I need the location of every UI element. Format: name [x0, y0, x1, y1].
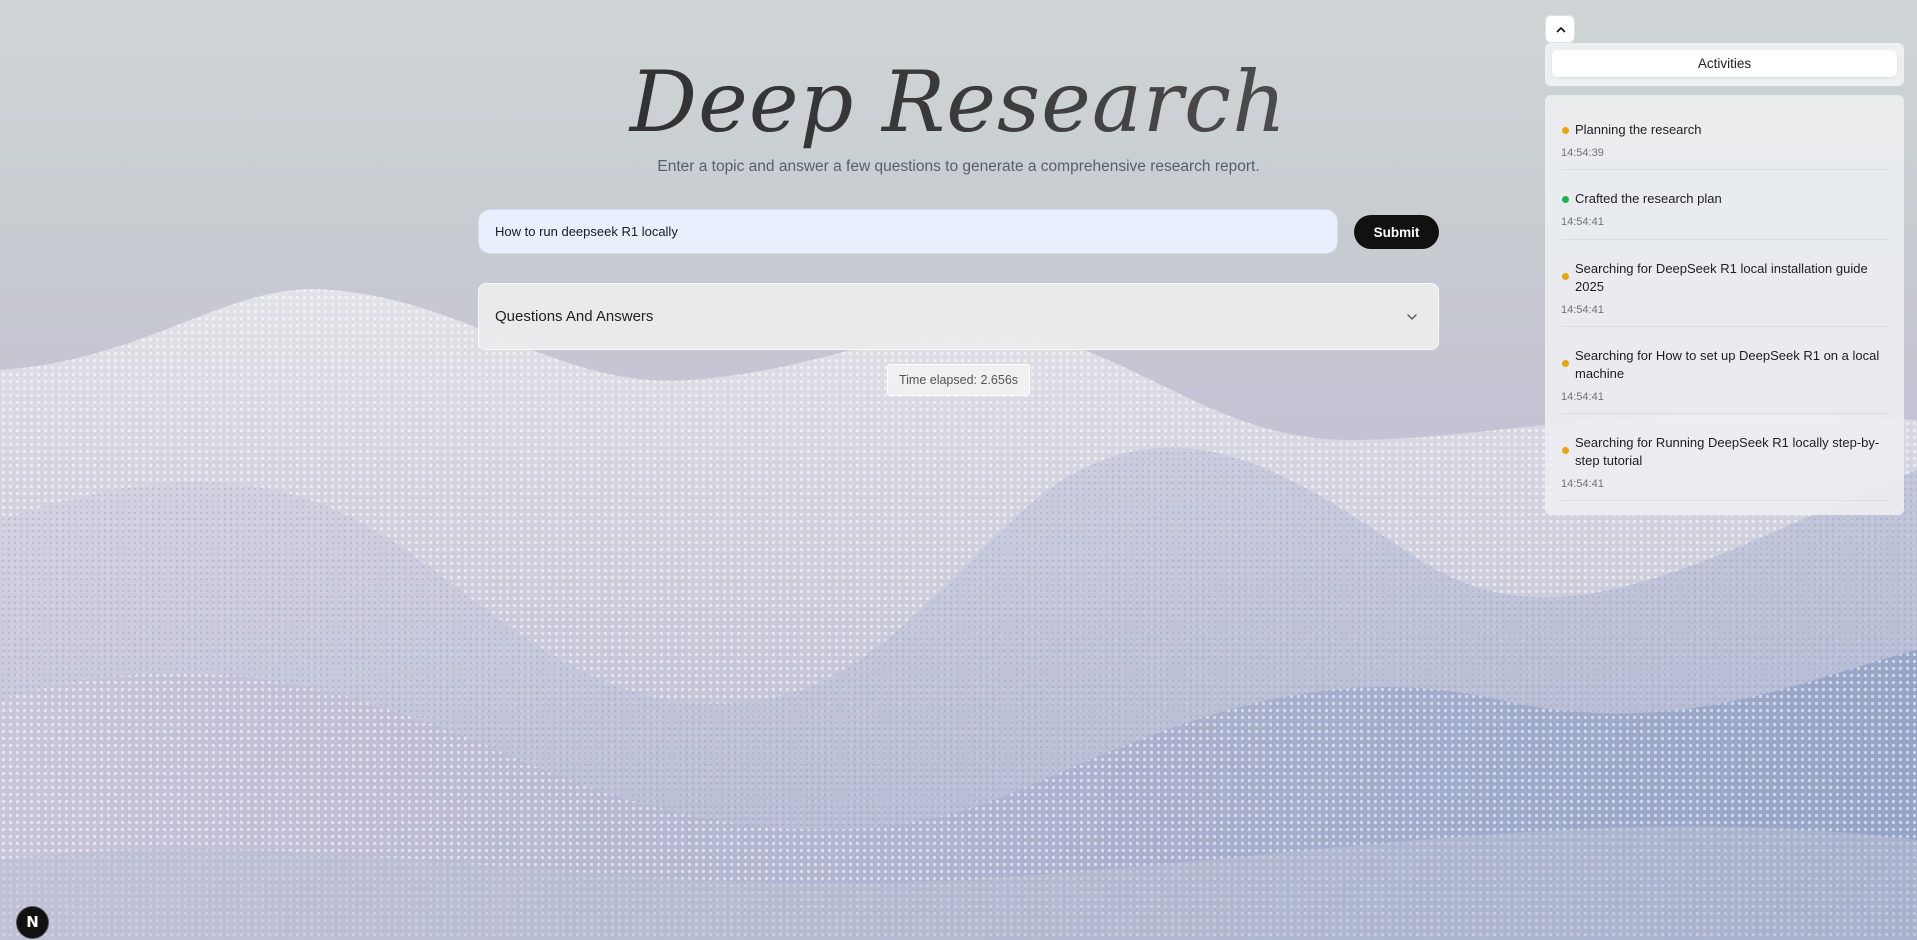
questions-and-answers-accordion[interactable]: Questions And Answers [478, 283, 1439, 350]
activity-item: Searching for DeepSeek R1 local installa… [1561, 240, 1888, 327]
status-dot [1562, 447, 1569, 454]
chevron-down-icon [1406, 310, 1418, 322]
search-row: Submit [478, 209, 1439, 254]
activity-item: Searching for Running DeepSeek R1 locall… [1561, 414, 1888, 501]
activity-time: 14:54:41 [1561, 478, 1604, 490]
time-elapsed: Time elapsed: 2.656s [887, 364, 1030, 396]
activity-item: Crafted the research plan 14:54:41 [1561, 170, 1888, 240]
status-dot [1562, 196, 1569, 203]
status-dot [1562, 273, 1569, 280]
status-dot [1562, 360, 1569, 367]
activity-text: Searching for Running DeepSeek R1 locall… [1575, 435, 1880, 468]
collapse-activities-button[interactable] [1545, 15, 1575, 43]
activities-tabbar: Activities [1545, 43, 1904, 86]
activity-item: Searching for How to set up DeepSeek R1 … [1561, 327, 1888, 414]
activity-time: 14:54:39 [1561, 147, 1604, 159]
activity-item: Planning the research 14:54:39 [1561, 101, 1888, 170]
activity-time: 14:54:41 [1561, 216, 1604, 228]
submit-button[interactable]: Submit [1354, 215, 1439, 249]
activity-time: 14:54:41 [1561, 391, 1604, 403]
activity-text: Crafted the research plan [1575, 191, 1722, 206]
topic-input[interactable] [478, 209, 1338, 254]
tab-activities[interactable]: Activities [1552, 50, 1897, 77]
activity-text: Searching for How to set up DeepSeek R1 … [1575, 348, 1880, 381]
accordion-title: Questions And Answers [495, 308, 654, 325]
activity-text: Searching for DeepSeek R1 local installa… [1575, 261, 1868, 294]
activity-text: Planning the research [1575, 122, 1702, 137]
activities-list: Planning the research 14:54:39 Crafted t… [1545, 95, 1904, 515]
activity-time: 14:54:41 [1561, 304, 1604, 316]
nextjs-icon[interactable]: N [16, 906, 49, 939]
status-dot [1562, 127, 1569, 134]
